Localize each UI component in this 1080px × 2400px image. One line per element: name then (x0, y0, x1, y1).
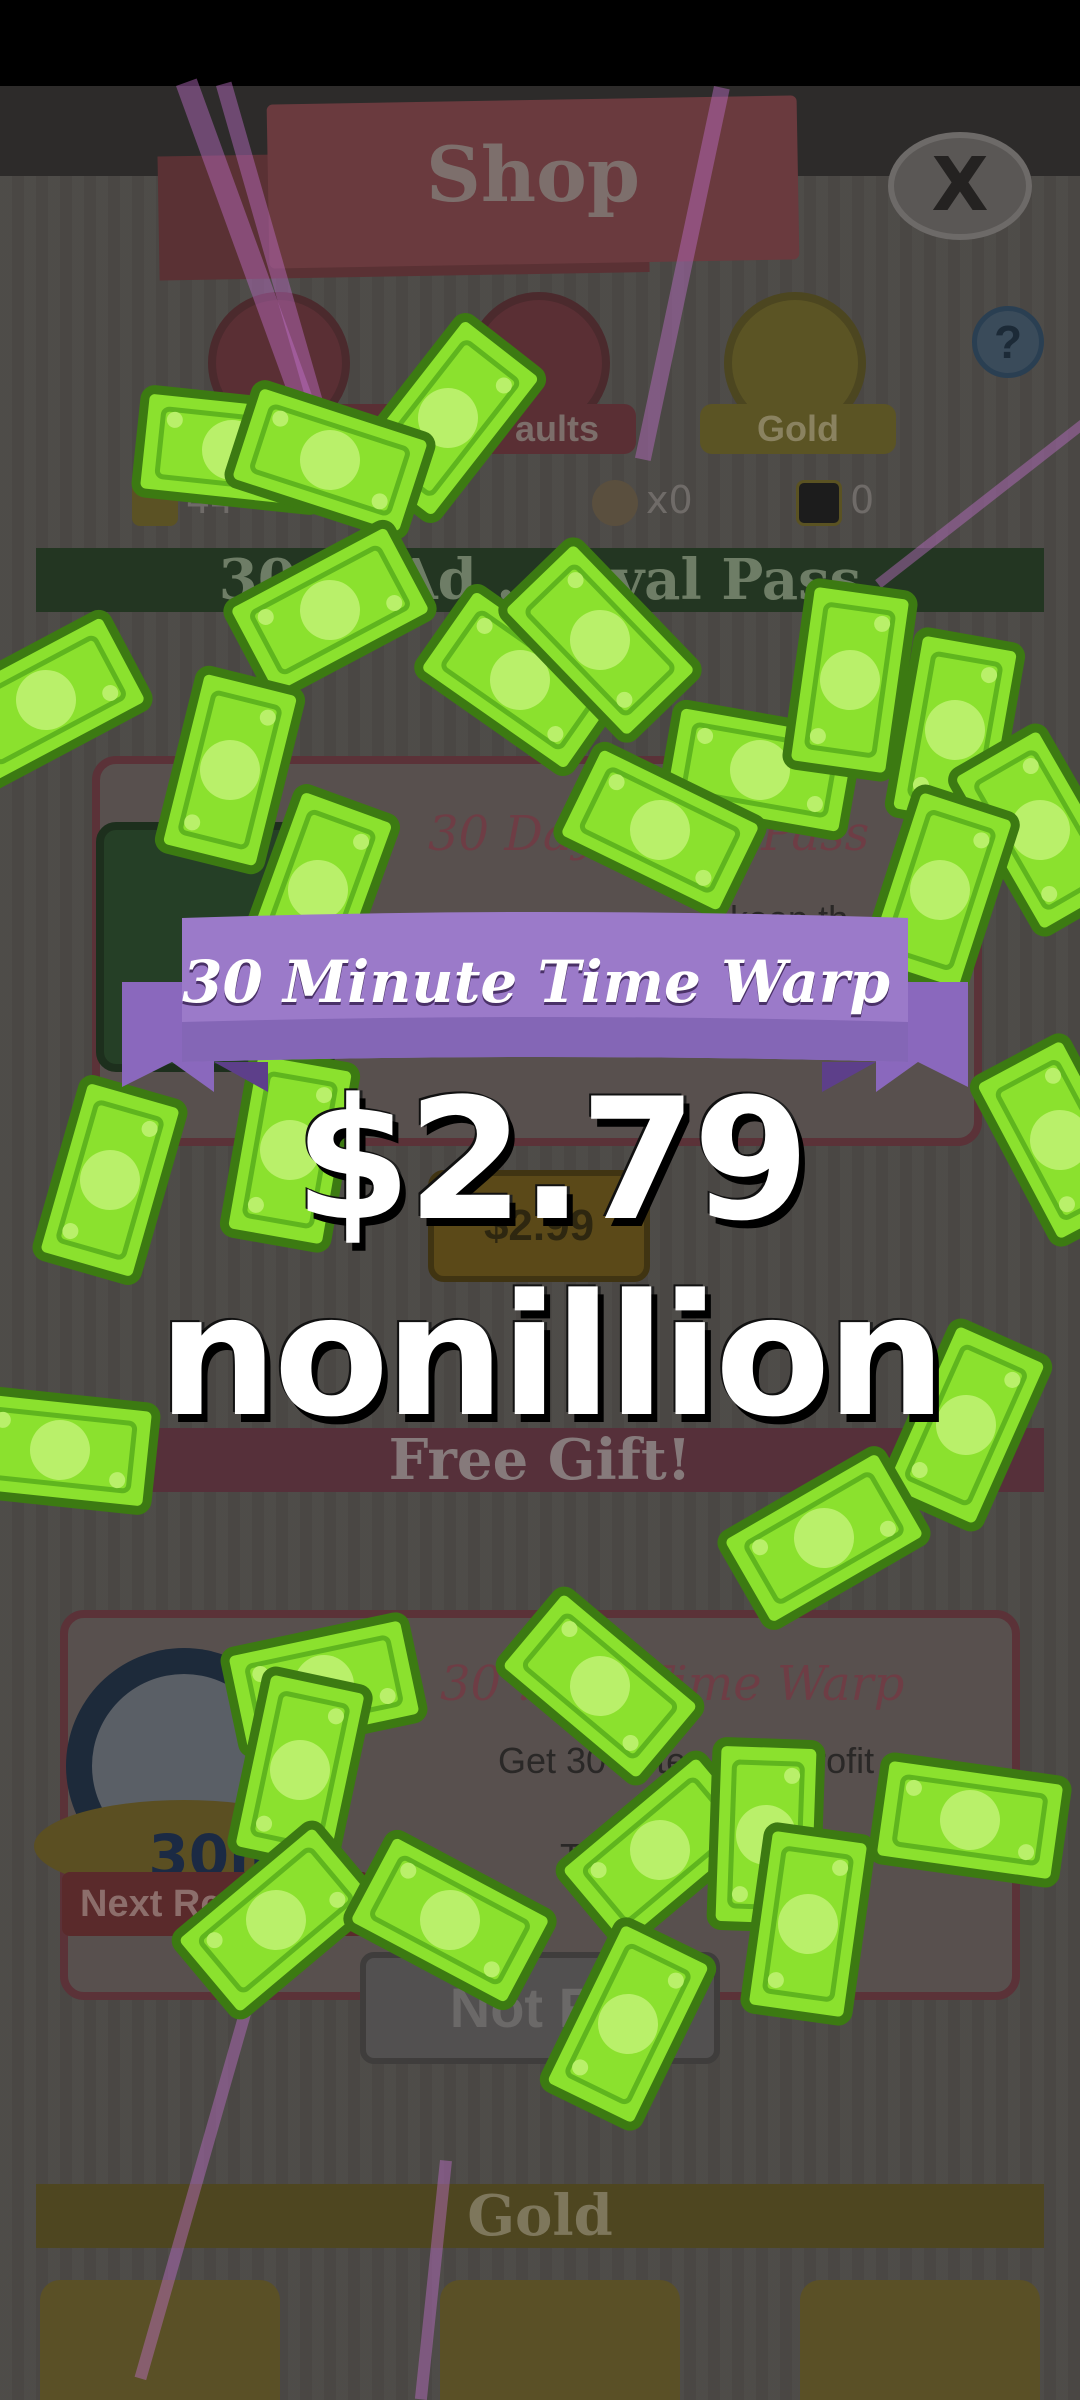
money-bill (541, 1919, 715, 2130)
money-bill (744, 1826, 873, 2023)
money-bill (344, 1831, 555, 2009)
reward-title: 30 Minute Time Warp (182, 948, 890, 1016)
reward-amount: $2.79 nonillion (158, 1062, 946, 1454)
money-bill (496, 1587, 704, 1785)
money-bill (718, 1447, 929, 1629)
money-bill (0, 611, 152, 789)
money-bill (224, 521, 435, 699)
money-bill (872, 1756, 1069, 1885)
